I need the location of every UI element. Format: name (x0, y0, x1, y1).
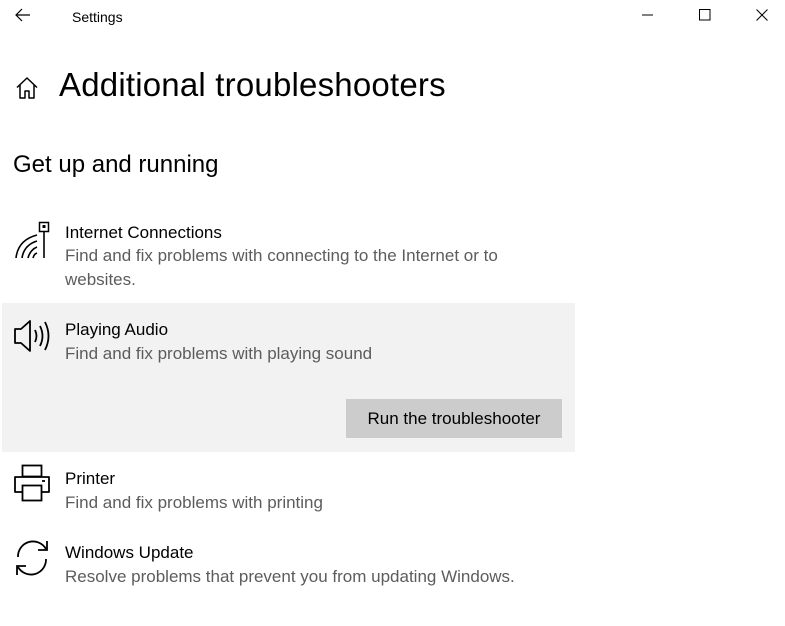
troubleshooter-internet-connections[interactable]: Internet Connections Find and fix proble… (2, 215, 575, 301)
minimize-icon (642, 8, 654, 26)
home-icon[interactable] (13, 74, 41, 102)
troubleshooter-description: Find and fix problems with playing sound (65, 344, 373, 363)
troubleshooter-printer[interactable]: Printer Find and fix problems with print… (2, 458, 575, 522)
troubleshooter-name: Internet Connections (65, 223, 222, 242)
minimize-button[interactable] (620, 0, 676, 34)
title-bar: Settings (0, 0, 785, 34)
settings-window: Settings Additional troubleshooters Get … (0, 0, 785, 626)
troubleshooter-description: Resolve problems that prevent you from u… (65, 567, 515, 586)
troubleshooter-playing-audio[interactable]: Playing Audio Find and fix problems with… (2, 303, 575, 452)
back-button[interactable] (0, 0, 46, 34)
troubleshooter-name: Playing Audio (65, 320, 169, 339)
troubleshooter-name: Windows Update (65, 543, 194, 562)
page-title: Additional troubleshooters (59, 66, 446, 103)
printer-icon (12, 463, 56, 507)
troubleshooter-windows-update[interactable]: Windows Update Resolve problems that pre… (2, 532, 575, 596)
app-title: Settings (72, 9, 123, 25)
run-troubleshooter-button[interactable]: Run the troubleshooter (346, 399, 562, 438)
section-title: Get up and running (13, 151, 219, 178)
troubleshooter-description: Find and fix problems with printing (65, 493, 323, 512)
close-button[interactable] (734, 0, 785, 34)
troubleshooter-description: Find and fix problems with connecting to… (65, 246, 498, 289)
back-arrow-icon (15, 8, 31, 27)
speaker-icon (12, 316, 56, 360)
windows-update-icon (12, 537, 56, 581)
troubleshooter-name: Printer (65, 469, 116, 488)
maximize-icon (699, 8, 711, 26)
internet-connections-icon (12, 220, 56, 264)
maximize-button[interactable] (677, 0, 733, 34)
close-icon (756, 8, 768, 26)
